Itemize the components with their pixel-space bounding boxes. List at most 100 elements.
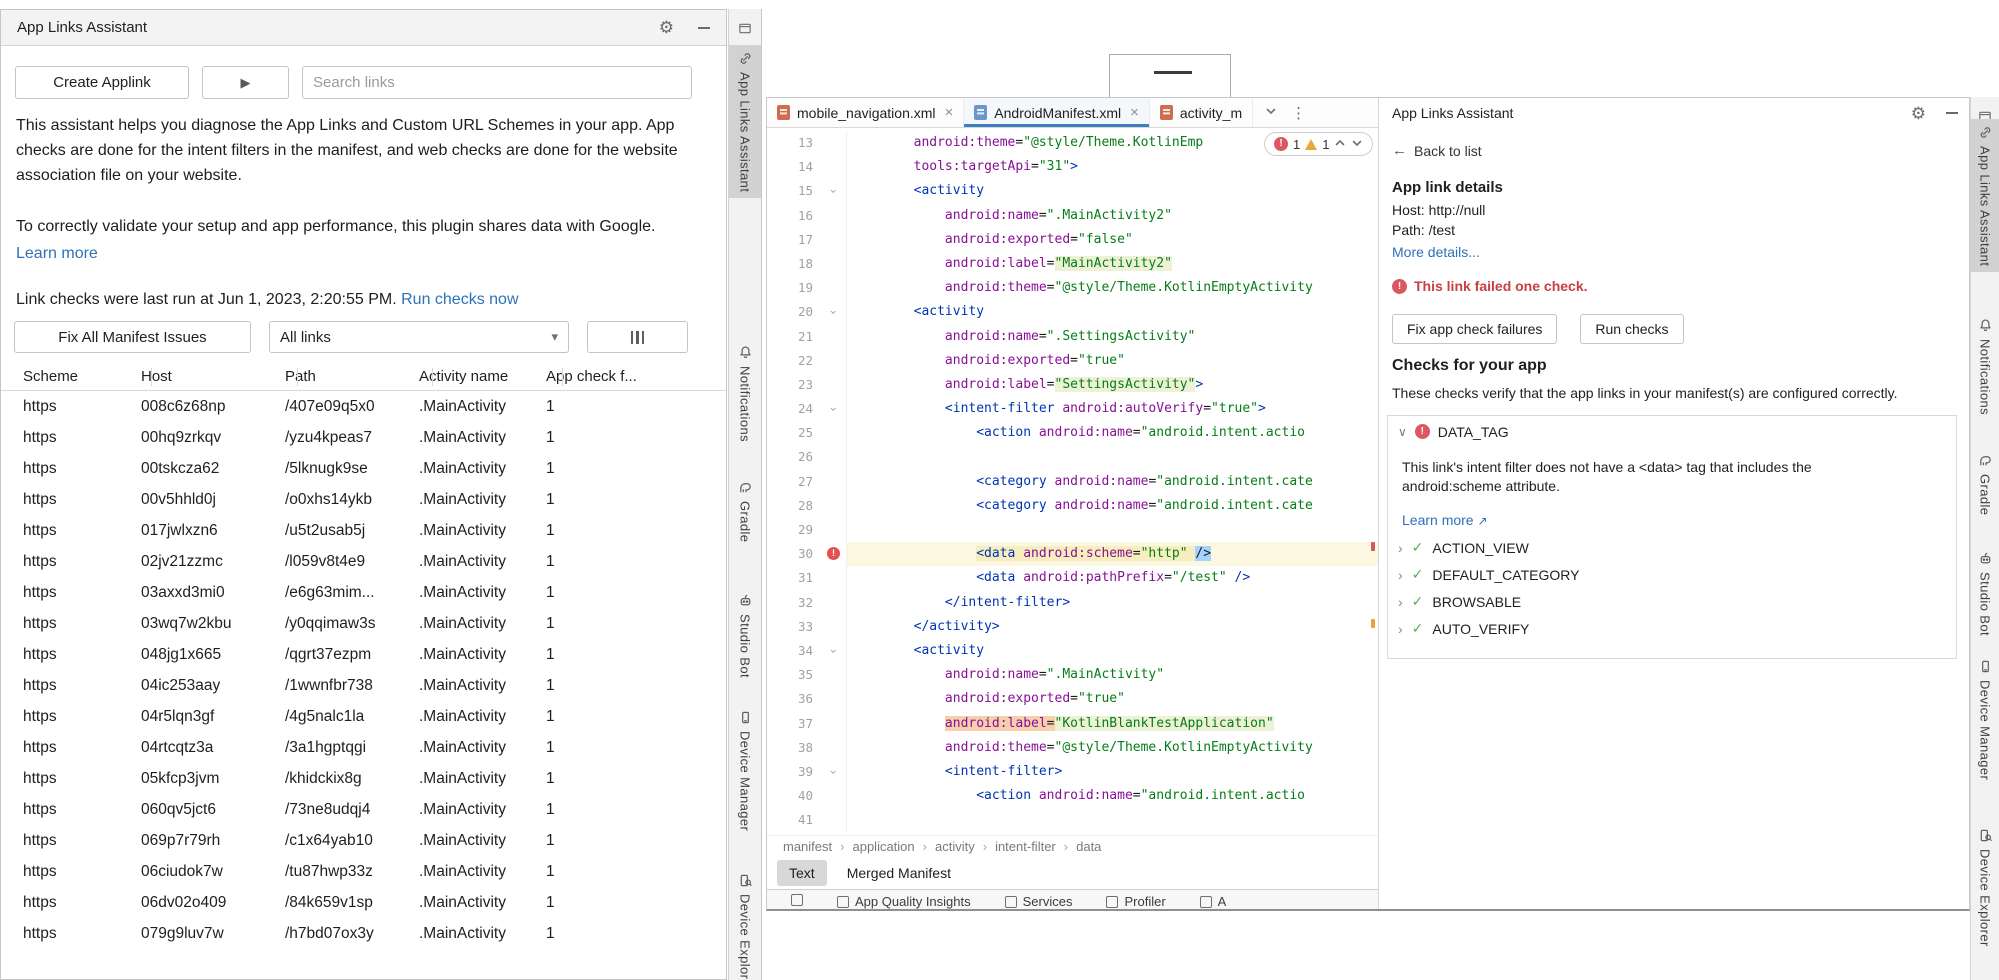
run-checks-now-link[interactable]: Run checks now (401, 291, 518, 308)
column-header[interactable]: Host (141, 368, 285, 385)
code-line[interactable]: 14 tools:targetApi="31"> (767, 155, 1378, 179)
editor-tab[interactable]: mobile_navigation.xml× (767, 98, 964, 127)
breadcrumb-item[interactable]: application (852, 839, 914, 854)
table-row[interactable]: https017jwlxzn6/u5t2usab5j.MainActivity1 (1, 515, 726, 546)
code-line[interactable]: 35 android:name=".MainActivity" (767, 663, 1378, 687)
minimize-icon[interactable] (698, 27, 710, 29)
table-row[interactable]: https04ic253aay/1wwnfbr738.MainActivity1 (1, 670, 726, 701)
create-applink-button[interactable]: Create Applink (15, 66, 189, 99)
status-bar-item[interactable]: A (1200, 894, 1227, 909)
status-bar-item[interactable] (791, 894, 803, 906)
code-line[interactable]: 41 (767, 808, 1378, 832)
table-row[interactable]: https079g9luv7w/h7bd07ox3y.MainActivity1 (1, 918, 726, 949)
code-line[interactable]: 33 </activity> (767, 615, 1378, 639)
breadcrumb-item[interactable]: intent-filter (995, 839, 1056, 854)
kebab-menu-icon[interactable]: ⋮ (1291, 104, 1306, 122)
check-row[interactable]: ›✓DEFAULT_CATEGORY (1398, 565, 1942, 585)
tool-strip-item[interactable]: Device Manager (729, 704, 761, 837)
table-row[interactable]: https04r5lqn3gf/4g5nalc1la.MainActivity1 (1, 701, 726, 732)
tab-overflow-chevron-icon[interactable] (1265, 104, 1277, 122)
code-line[interactable]: 40 <action android:name="android.intent.… (767, 784, 1378, 808)
fold-chevron-icon[interactable]: › (821, 768, 845, 775)
bottom-tab[interactable]: Text (777, 860, 827, 886)
settings-gear-icon[interactable]: ⚙ (1911, 105, 1926, 122)
table-row[interactable]: https00v5hhld0j/o0xhs14ykb.MainActivity1 (1, 484, 726, 515)
tool-strip-item[interactable]: Device Explorer (1971, 822, 1999, 953)
table-row[interactable]: https06dv02o409/84k659v1sp.MainActivity1 (1, 887, 726, 918)
table-row[interactable]: https00tskcza62/5lknugk9se.MainActivity1 (1, 453, 726, 484)
warning-stripe-mark[interactable] (1371, 619, 1375, 628)
column-header[interactable]: Path (285, 368, 419, 385)
table-row[interactable]: https048jg1x665/qgrt37ezpm.MainActivity1 (1, 639, 726, 670)
table-row[interactable]: https02jv21zzmc/l059v8t4e9.MainActivity1 (1, 546, 726, 577)
table-row[interactable]: https00hq9zrkqv/yzu4kpeas7.MainActivity1 (1, 422, 726, 453)
code-line[interactable]: 20› <activity (767, 300, 1378, 324)
code-line[interactable]: 15› <activity (767, 179, 1378, 203)
tool-strip-item[interactable]: App Links Assistant (1971, 119, 1999, 272)
table-row[interactable]: https04rtcqtz3a/3a1hgptqgi.MainActivity1 (1, 732, 726, 763)
minimize-icon[interactable] (1946, 112, 1958, 114)
bottom-tab[interactable]: Merged Manifest (835, 860, 963, 886)
tool-strip-item[interactable]: Studio Bot (1971, 545, 1999, 642)
check-row[interactable]: ›✓AUTO_VERIFY (1398, 619, 1942, 639)
code-line[interactable]: 29 (767, 518, 1378, 542)
table-row[interactable]: https060qv5jct6/73ne8udqj4.MainActivity1 (1, 794, 726, 825)
tool-strip-item[interactable]: Gradle (1971, 447, 1999, 521)
fix-app-check-failures-button[interactable]: Fix app check failures (1392, 314, 1557, 344)
window-mode-icon[interactable] (738, 21, 753, 36)
code-line[interactable]: 16 android:name=".MainActivity2" (767, 204, 1378, 228)
check-row[interactable]: ›✓ACTION_VIEW (1398, 538, 1942, 558)
search-links-input[interactable] (302, 66, 692, 99)
code-line[interactable]: 22 android:exported="true" (767, 349, 1378, 373)
fold-chevron-icon[interactable]: › (821, 188, 845, 195)
error-stripe-mark[interactable] (1371, 542, 1375, 551)
breadcrumb-item[interactable]: data (1076, 839, 1101, 854)
fix-all-manifest-issues-button[interactable]: Fix All Manifest Issues (14, 321, 251, 353)
fold-chevron-icon[interactable]: › (821, 309, 845, 316)
tool-strip-item[interactable]: Notifications (1971, 312, 1999, 421)
code-line[interactable]: 18 android:label="MainActivity2" (767, 252, 1378, 276)
table-row[interactable]: https05kfcp3jvm/khidckix8g.MainActivity1 (1, 763, 726, 794)
next-issue-icon[interactable] (1351, 137, 1363, 152)
table-row[interactable]: https03axxd3mi0/e6g63mim....MainActivity… (1, 577, 726, 608)
code-line[interactable]: 31 <data android:pathPrefix="/test" /> (767, 566, 1378, 590)
status-bar-item[interactable]: Profiler (1106, 894, 1165, 909)
code-line[interactable]: 32 </intent-filter> (767, 591, 1378, 615)
table-row[interactable]: https069p7r79rh/c1x64yab10.MainActivity1 (1, 825, 726, 856)
table-row[interactable]: https06ciudok7w/tu87hwp33z.MainActivity1 (1, 856, 726, 887)
column-header[interactable]: Scheme (1, 368, 141, 385)
breadcrumb-item[interactable]: manifest (783, 839, 832, 854)
code-line[interactable]: 26 (767, 445, 1378, 469)
column-options-button[interactable] (587, 321, 688, 353)
code-line[interactable]: 37 android:label="KotlinBlankTestApplica… (767, 712, 1378, 736)
code-line[interactable]: 39› <intent-filter> (767, 760, 1378, 784)
run-play-button[interactable]: ▶ (202, 66, 289, 99)
table-row[interactable]: https03wq7w2kbu/y0qqimaw3s.MainActivity1 (1, 608, 726, 639)
tool-strip-item[interactable]: Notifications (729, 339, 761, 448)
code-editor[interactable]: 13 android:theme="@style/Theme.KotlinEmp… (767, 128, 1378, 835)
table-row[interactable]: https008c6z68np/407e09q5x0.MainActivity1 (1, 391, 726, 422)
data-tag-check-row[interactable]: ∨ ! DATA_TAG (1398, 424, 1942, 440)
code-line[interactable]: 30! <data android:scheme="http" /> (767, 542, 1378, 566)
back-to-list-link[interactable]: ← Back to list (1392, 142, 1957, 159)
code-line[interactable]: 38 android:theme="@style/Theme.KotlinEmp… (767, 736, 1378, 760)
breadcrumb-item[interactable]: activity (935, 839, 975, 854)
tool-strip-item[interactable]: Device Manager (1971, 653, 1999, 786)
code-line[interactable]: 36 android:exported="true" (767, 687, 1378, 711)
column-header[interactable]: Activity name (419, 368, 546, 385)
inspection-widget[interactable]: ! 1 1 (1264, 132, 1373, 156)
tool-strip-item[interactable]: Gradle (729, 474, 761, 548)
tool-strip-item[interactable]: App Links Assistant (729, 45, 761, 198)
status-bar-item[interactable]: App Quality Insights (837, 894, 971, 909)
learn-more-link[interactable]: Learn more ↗ (1402, 512, 1488, 528)
code-line[interactable]: 21 android:name=".SettingsActivity" (767, 325, 1378, 349)
tool-strip-item[interactable]: Device Explorer (729, 867, 761, 980)
learn-more-link[interactable]: Learn more (16, 245, 98, 263)
run-checks-button[interactable]: Run checks (1580, 314, 1683, 344)
tool-strip-item[interactable]: Studio Bot (729, 587, 761, 684)
editor-tab[interactable]: activity_m (1150, 98, 1253, 127)
code-line[interactable]: 23 android:label="SettingsActivity"> (767, 373, 1378, 397)
code-line[interactable]: 17 android:exported="false" (767, 228, 1378, 252)
code-line[interactable]: 24› <intent-filter android:autoVerify="t… (767, 397, 1378, 421)
editor-tab[interactable]: AndroidManifest.xml× (964, 98, 1150, 127)
